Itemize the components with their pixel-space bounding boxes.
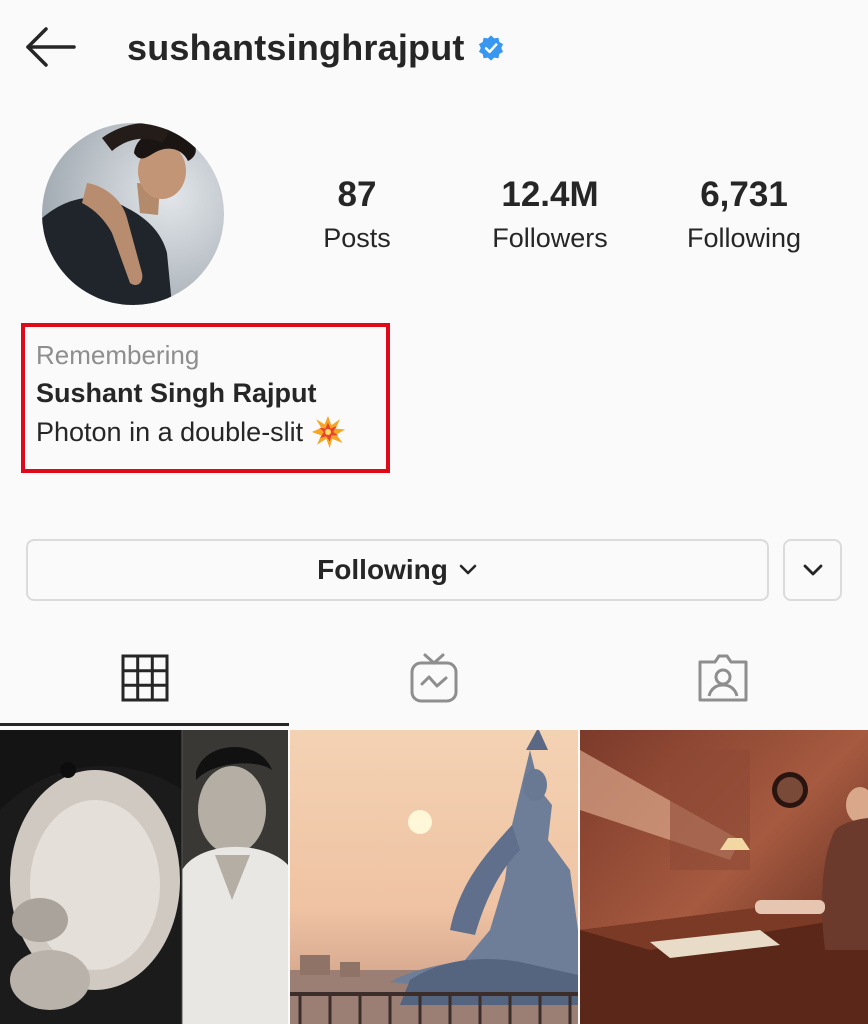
igtv-icon (410, 653, 457, 703)
grid-post-1[interactable] (0, 730, 288, 1024)
post-image (580, 730, 868, 1024)
bio-full-name: Sushant Singh Rajput (36, 378, 317, 408)
profile-avatar[interactable] (42, 123, 224, 305)
arrow-left-icon (26, 27, 76, 67)
chevron-down-icon (803, 564, 822, 576)
posts-count: 87 (337, 175, 377, 214)
chevron-down-icon (459, 564, 477, 575)
tab-posts-grid[interactable] (0, 630, 289, 726)
stat-followers[interactable]: 12.4M Followers (475, 172, 625, 258)
profile-header: sushantsinghrajput (0, 0, 868, 96)
verified-badge-icon (478, 35, 503, 61)
followers-count: 12.4M (501, 175, 599, 214)
collision-emoji-icon (312, 415, 346, 449)
grid-post-3[interactable] (580, 730, 868, 1024)
grid-icon (121, 654, 168, 702)
stat-posts[interactable]: 87 Posts (305, 172, 409, 258)
tab-igtv[interactable] (289, 630, 578, 726)
following-label: Following (686, 223, 802, 253)
username-row: sushantsinghrajput (127, 27, 505, 68)
post-image (0, 730, 288, 1024)
back-button[interactable] (22, 22, 78, 72)
bio-text: Photon in a double-slit (36, 417, 304, 447)
bio-text-row: Photon in a double-slit (36, 413, 386, 451)
username: sushantsinghrajput (127, 27, 465, 68)
following-count: 6,731 (700, 175, 788, 214)
grid-post-2[interactable] (290, 730, 578, 1024)
bio-highlight-box: Remembering Sushant Singh Rajput Photon … (21, 323, 390, 473)
stat-following[interactable]: 6,731 Following (670, 172, 818, 258)
bio-remembering: Remembering (36, 340, 200, 370)
tab-tagged[interactable] (578, 630, 867, 726)
posts-label: Posts (323, 223, 391, 253)
following-button-label: Following (317, 554, 448, 585)
post-image (290, 730, 578, 1024)
profile-tabs (0, 630, 868, 730)
active-tab-indicator (0, 723, 289, 726)
following-button[interactable]: Following (26, 539, 769, 601)
followers-label: Followers (492, 223, 608, 253)
avatar-image (42, 123, 224, 305)
tagged-icon (698, 654, 747, 702)
posts-grid (0, 730, 868, 1024)
suggested-dropdown-button[interactable] (783, 539, 842, 601)
